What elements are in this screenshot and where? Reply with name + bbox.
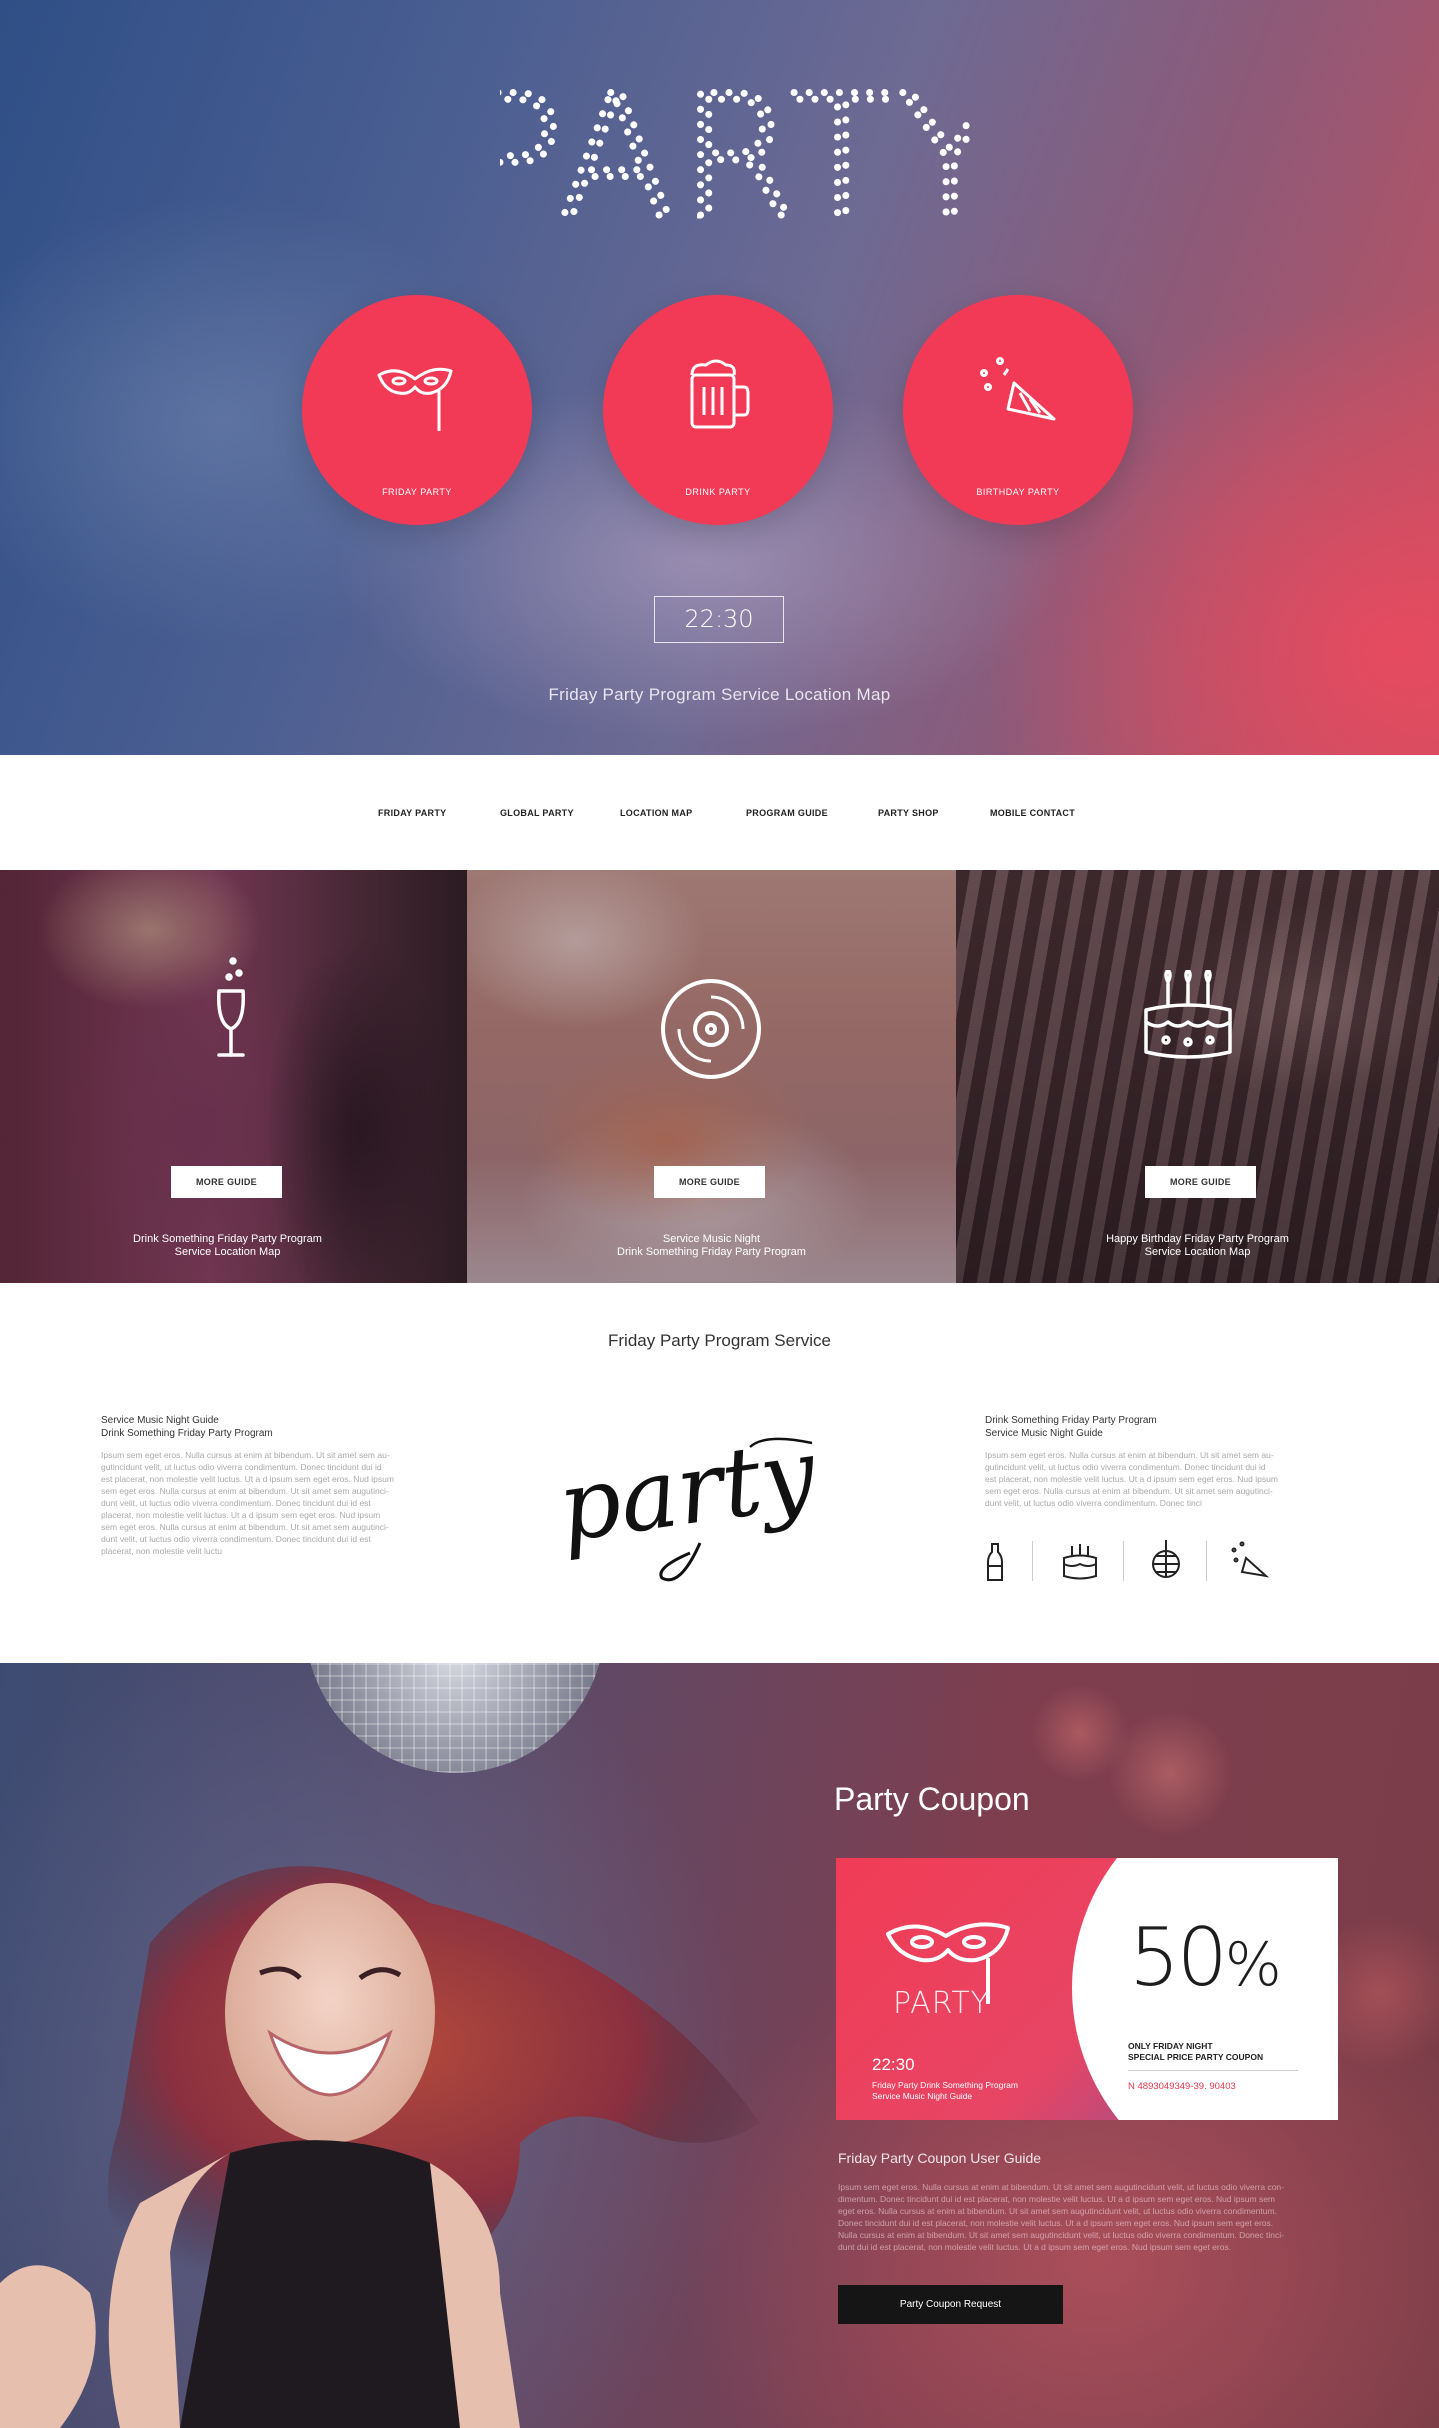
circle-label: FRIDAY PARTY	[382, 487, 452, 497]
hero-circles: FRIDAY PARTY DRINK PARTY BIRTHDAY PARTY	[0, 295, 1439, 527]
birthday-cake-icon	[1144, 970, 1232, 1059]
mini-icon-row	[978, 1538, 1298, 1584]
more-guide-button[interactable]: MORE GUIDE	[171, 1166, 282, 1198]
coupon-note: ONLY FRIDAY NIGHT SPECIAL PRICE PARTY CO…	[1128, 2041, 1264, 2062]
coupon-time: 22:30	[872, 2055, 915, 2074]
coupon-section-title: Party Coupon	[834, 1781, 1030, 1817]
coupon-guide-body: Ipsum sem eget eros. Nulla cursus at eni…	[838, 2182, 1284, 2252]
vinyl-record-icon	[661, 979, 761, 1079]
beer-bottle-icon	[987, 1543, 1003, 1581]
circle-birthday-party[interactable]: BIRTHDAY PARTY	[903, 295, 1133, 525]
disco-ball-icon	[1152, 1540, 1180, 1578]
champagne-glass-icon	[217, 957, 245, 1057]
hero-subtitle: Friday Party Program Service Location Ma…	[548, 685, 891, 704]
circle-drink-party[interactable]: DRINK PARTY	[603, 295, 833, 525]
nav-program-guide[interactable]: PROGRAM GUIDE	[746, 808, 828, 818]
svg-text:PARTY: PARTY	[500, 80, 970, 230]
coupon-discount: 50%	[1129, 1911, 1282, 2004]
coupon-party-label: PARTY	[893, 1986, 991, 2021]
nav-party-shop[interactable]: PARTY SHOP	[878, 808, 939, 818]
service-section: Friday Party Program Service Service Mus…	[0, 1283, 1439, 1663]
panel-caption: Happy Birthday Friday Party Program Serv…	[1106, 1233, 1289, 1258]
right-column-heading: Drink Something Friday Party Program Ser…	[985, 1415, 1157, 1439]
panel-caption: Service Music Night Drink Something Frid…	[617, 1233, 806, 1258]
circle-label: DRINK PARTY	[685, 487, 751, 497]
nav-location-map[interactable]: LOCATION MAP	[620, 808, 692, 818]
left-column-body: Ipsum sem eget eros. Nulla cursus at eni…	[101, 1450, 394, 1556]
service-title: Friday Party Program Service	[608, 1331, 831, 1350]
more-guide-button[interactable]: MORE GUIDE	[1145, 1166, 1256, 1198]
party-script-logo: party	[552, 1417, 824, 1582]
coupon-card: PARTY 22:30 Friday Party Drink Something…	[836, 1858, 1338, 2120]
coupon-description: Friday Party Drink Something Program Ser…	[872, 2080, 1018, 2101]
nav-friday-party[interactable]: FRIDAY PARTY	[378, 808, 446, 818]
nav-global-party[interactable]: GLOBAL PARTY	[500, 808, 574, 818]
panel-music: MORE GUIDE Service Music Night Drink Som…	[467, 870, 956, 1283]
left-column-heading: Service Music Night Guide Drink Somethin…	[101, 1415, 273, 1439]
dancer-photo	[0, 1866, 760, 2428]
cake-icon	[1063, 1544, 1097, 1580]
panel-birthday: MORE GUIDE Happy Birthday Friday Party P…	[956, 870, 1439, 1283]
party-popper-icon	[980, 357, 1056, 421]
hero-title: PARTY	[500, 80, 970, 230]
right-column-body: Ipsum sem eget eros. Nulla cursus at eni…	[985, 1450, 1278, 1508]
panel-drink: MORE GUIDE Drink Something Friday Party …	[0, 870, 467, 1283]
main-nav: FRIDAY PARTY GLOBAL PARTY LOCATION MAP P…	[0, 755, 1439, 870]
more-guide-button[interactable]: MORE GUIDE	[654, 1166, 765, 1198]
disco-ball-image	[305, 1663, 605, 1773]
hero-time: 22:30	[654, 596, 784, 643]
coupon-request-button[interactable]: Party Coupon Request	[838, 2285, 1063, 2324]
feature-panels: MORE GUIDE Drink Something Friday Party …	[0, 870, 1439, 1283]
coupon-section: Party Coupon PARTY 22:30 Friday Party Dr…	[0, 1663, 1439, 2428]
coupon-guide-title: Friday Party Coupon User Guide	[838, 2150, 1042, 2166]
circle-friday-party[interactable]: FRIDAY PARTY	[302, 295, 532, 525]
nav-mobile-contact[interactable]: MOBILE CONTACT	[990, 808, 1075, 818]
coupon-code: N 4893049349-39. 90403	[1128, 2081, 1236, 2092]
party-popper-icon	[1231, 1541, 1270, 1578]
circle-label: BIRTHDAY PARTY	[976, 487, 1060, 497]
mask-icon	[377, 367, 453, 431]
beer-mug-icon	[690, 359, 750, 429]
panel-caption: Drink Something Friday Party Program Ser…	[133, 1233, 322, 1258]
hero-section: PARTY FRIDAY PARTY DRINK PARTY BIRTHDAY …	[0, 0, 1439, 755]
